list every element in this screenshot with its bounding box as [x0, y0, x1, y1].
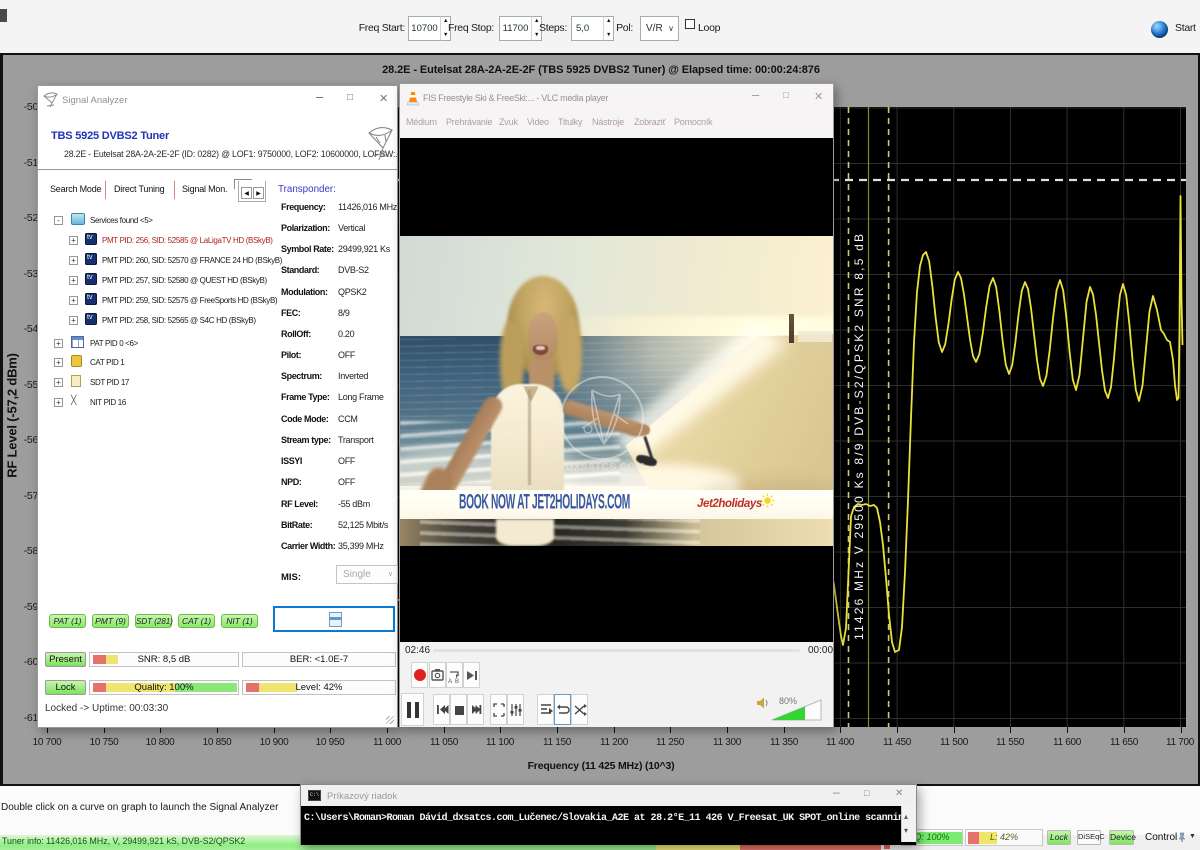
svg-text:A: A — [448, 679, 452, 685]
svg-text:80%: 80% — [779, 696, 797, 706]
svg-text:B: B — [455, 679, 459, 685]
svg-text:asia: asia — [380, 153, 389, 159]
svg-text:11426 MHz V 29500 Ks 8/9 DVB-S: 11426 MHz V 29500 Ks 8/9 DVB-S2/QPSK2 SN… — [852, 232, 866, 640]
